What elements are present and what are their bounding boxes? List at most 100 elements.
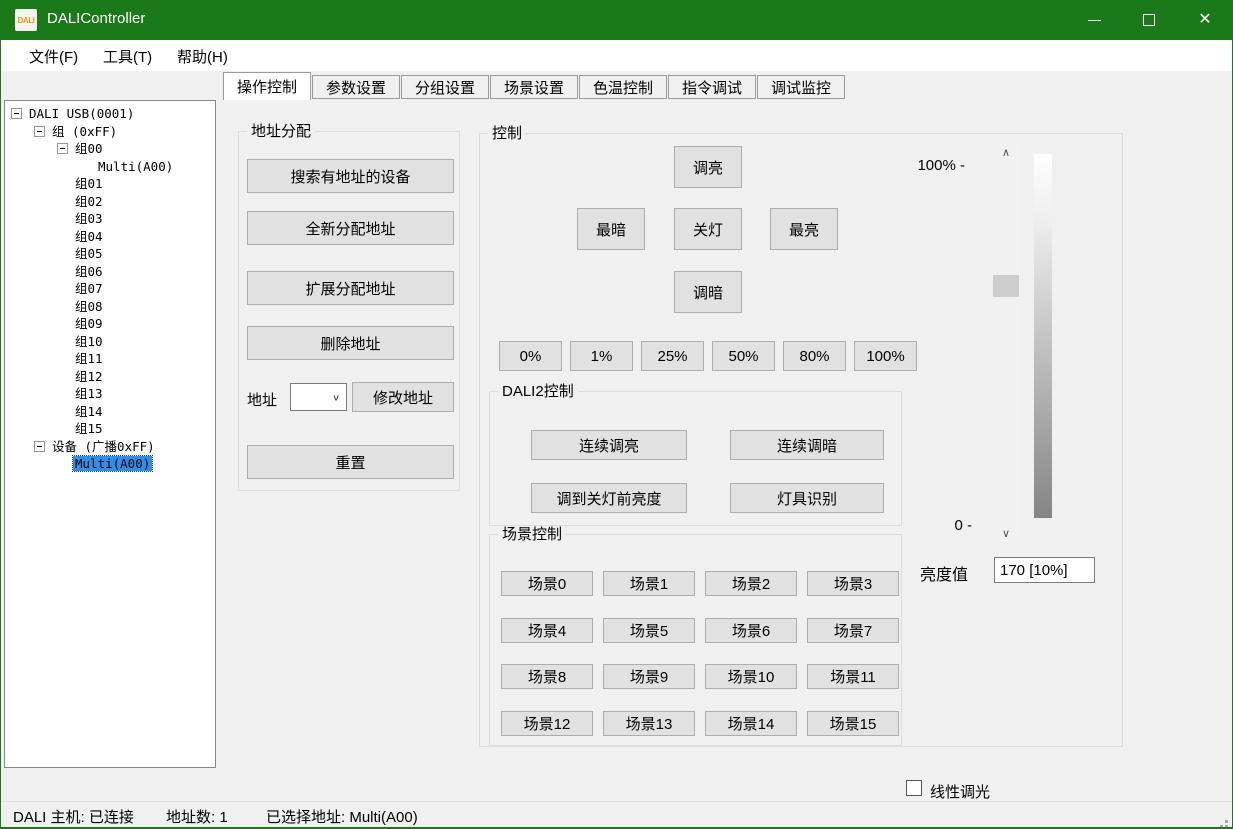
tree-item[interactable]: 组11 [5,350,215,368]
tree-item-label: 组01 [73,176,105,191]
tree-item[interactable]: 组14 [5,403,215,421]
tree-item[interactable]: 组07 [5,280,215,298]
address-combobox[interactable]: ∨ [290,383,347,411]
scene-button-10[interactable]: 场景10 [705,664,797,689]
search-addressed-devices-button[interactable]: 搜索有地址的设备 [247,159,454,193]
tab-5[interactable]: 色温控制 [579,75,667,99]
tab-2[interactable]: 参数设置 [312,75,400,99]
tree-item[interactable]: 组05 [5,245,215,263]
scene-button-13[interactable]: 场景13 [603,711,695,736]
maximize-icon [1143,14,1155,26]
tree-item[interactable]: 组09 [5,315,215,333]
restore-pre-off-level-button[interactable]: 调到关灯前亮度 [531,483,687,513]
scene-button-11[interactable]: 场景11 [807,664,899,689]
dim-down-button[interactable]: 调暗 [674,271,742,313]
tree-item[interactable]: 组02 [5,193,215,211]
tree-item[interactable]: 组04 [5,228,215,246]
tree-item[interactable]: Multi(A00) [5,158,215,176]
scene-button-15[interactable]: 场景15 [807,711,899,736]
menu-item-3[interactable]: 帮助(H) [167,40,238,72]
brightness-scrollbar[interactable]: ∧ ∨ [992,144,1020,542]
scene-button-5[interactable]: 场景5 [603,618,695,643]
scroll-down-button[interactable]: ∨ [992,525,1020,542]
tree-item-label: 组09 [73,316,105,331]
min-brightness-button[interactable]: 最暗 [577,208,645,250]
tree-item[interactable]: 组12 [5,368,215,386]
luminaire-identify-button[interactable]: 灯具识别 [730,483,884,513]
chevron-down-icon: ∨ [1002,527,1010,540]
scroll-up-button[interactable]: ∧ [992,144,1020,161]
percent-button-100[interactable]: 100% [854,341,917,371]
tree-item[interactable]: 组 (0xFF) [5,123,215,141]
scene-button-12[interactable]: 场景12 [501,711,593,736]
scene-control-group-title: 场景控制 [498,526,566,543]
dim-up-button[interactable]: 调亮 [674,146,742,188]
scene-button-3[interactable]: 场景3 [807,571,899,596]
control-group: 控制 调亮 最暗 关灯 最亮 调暗 0%1%25%50%80%100% DALI… [479,133,1123,747]
max-brightness-button[interactable]: 最亮 [770,208,838,250]
expander-minus-icon[interactable] [57,143,68,154]
address-label: 地址 [247,389,277,410]
minimize-button[interactable] [1069,0,1119,40]
modify-address-button[interactable]: 修改地址 [352,382,454,412]
percent-button-1[interactable]: 1% [570,341,633,371]
tree-item[interactable]: 组03 [5,210,215,228]
tab-4[interactable]: 场景设置 [490,75,578,99]
tree-item[interactable]: 组13 [5,385,215,403]
scene-button-2[interactable]: 场景2 [705,571,797,596]
app-window: DALI DALIController ✕ 文件(F)工具(T)帮助(H) DA… [0,0,1233,829]
status-address-count: 地址数: 1 [166,806,228,827]
tree-item[interactable]: Multi(A00) [5,455,215,473]
scene-button-7[interactable]: 场景7 [807,618,899,643]
tree-item[interactable]: 组10 [5,333,215,351]
tree-item[interactable]: 组15 [5,420,215,438]
maximize-button[interactable] [1124,0,1174,40]
scene-button-14[interactable]: 场景14 [705,711,797,736]
scene-button-8[interactable]: 场景8 [501,664,593,689]
tree-item-label: 组12 [73,369,105,384]
tree-item[interactable]: 组00 [5,140,215,158]
linear-dimming-checkbox[interactable] [906,780,922,796]
scrollbar-thumb[interactable] [993,275,1019,297]
continuous-dim-up-button[interactable]: 连续调亮 [531,430,687,460]
delete-address-button[interactable]: 删除地址 [247,326,454,360]
tree-item-label: Multi(A00) [73,456,152,471]
brightness-value-box[interactable]: 170 [10%] [994,557,1095,583]
tree-item[interactable]: 组01 [5,175,215,193]
close-icon: ✕ [1198,12,1211,28]
tab-1[interactable]: 操作控制 [223,72,311,100]
scene-button-6[interactable]: 场景6 [705,618,797,643]
percent-button-0[interactable]: 0% [499,341,562,371]
expander-minus-icon[interactable] [11,108,22,119]
tree-item-label: 组08 [73,299,105,314]
tab-6[interactable]: 指令调试 [668,75,756,99]
tree-item[interactable]: 组08 [5,298,215,316]
percent-button-80[interactable]: 80% [783,341,846,371]
light-off-button[interactable]: 关灯 [674,208,742,250]
tree-item-label: 组11 [73,351,105,366]
percent-button-25[interactable]: 25% [641,341,704,371]
tree-item[interactable]: 设备 (广播0xFF) [5,438,215,456]
dali2-control-group: DALI2控制 连续调亮 连续调暗 调到关灯前亮度 灯具识别 [489,391,902,526]
percent-button-50[interactable]: 50% [712,341,775,371]
tab-3[interactable]: 分组设置 [401,75,489,99]
scene-button-1[interactable]: 场景1 [603,571,695,596]
tab-7[interactable]: 调试监控 [757,75,845,99]
tree-item[interactable]: DALI USB(0001) [5,105,215,123]
tree-item[interactable]: 组06 [5,263,215,281]
close-button[interactable]: ✕ [1180,0,1230,40]
expander-minus-icon[interactable] [34,441,45,452]
continuous-dim-down-button[interactable]: 连续调暗 [730,430,884,460]
reset-button[interactable]: 重置 [247,445,454,479]
expander-minus-icon[interactable] [34,126,45,137]
chevron-up-icon: ∧ [1002,146,1010,159]
scene-button-4[interactable]: 场景4 [501,618,593,643]
extend-assign-address-button[interactable]: 扩展分配地址 [247,271,454,305]
menu-item-1[interactable]: 文件(F) [19,40,88,72]
menu-item-2[interactable]: 工具(T) [93,40,162,72]
scene-button-9[interactable]: 场景9 [603,664,695,689]
tree-item-label: Multi(A00) [96,159,175,174]
resize-grip-icon[interactable] [1225,820,1228,823]
scene-button-0[interactable]: 场景0 [501,571,593,596]
new-assign-address-button[interactable]: 全新分配地址 [247,211,454,245]
